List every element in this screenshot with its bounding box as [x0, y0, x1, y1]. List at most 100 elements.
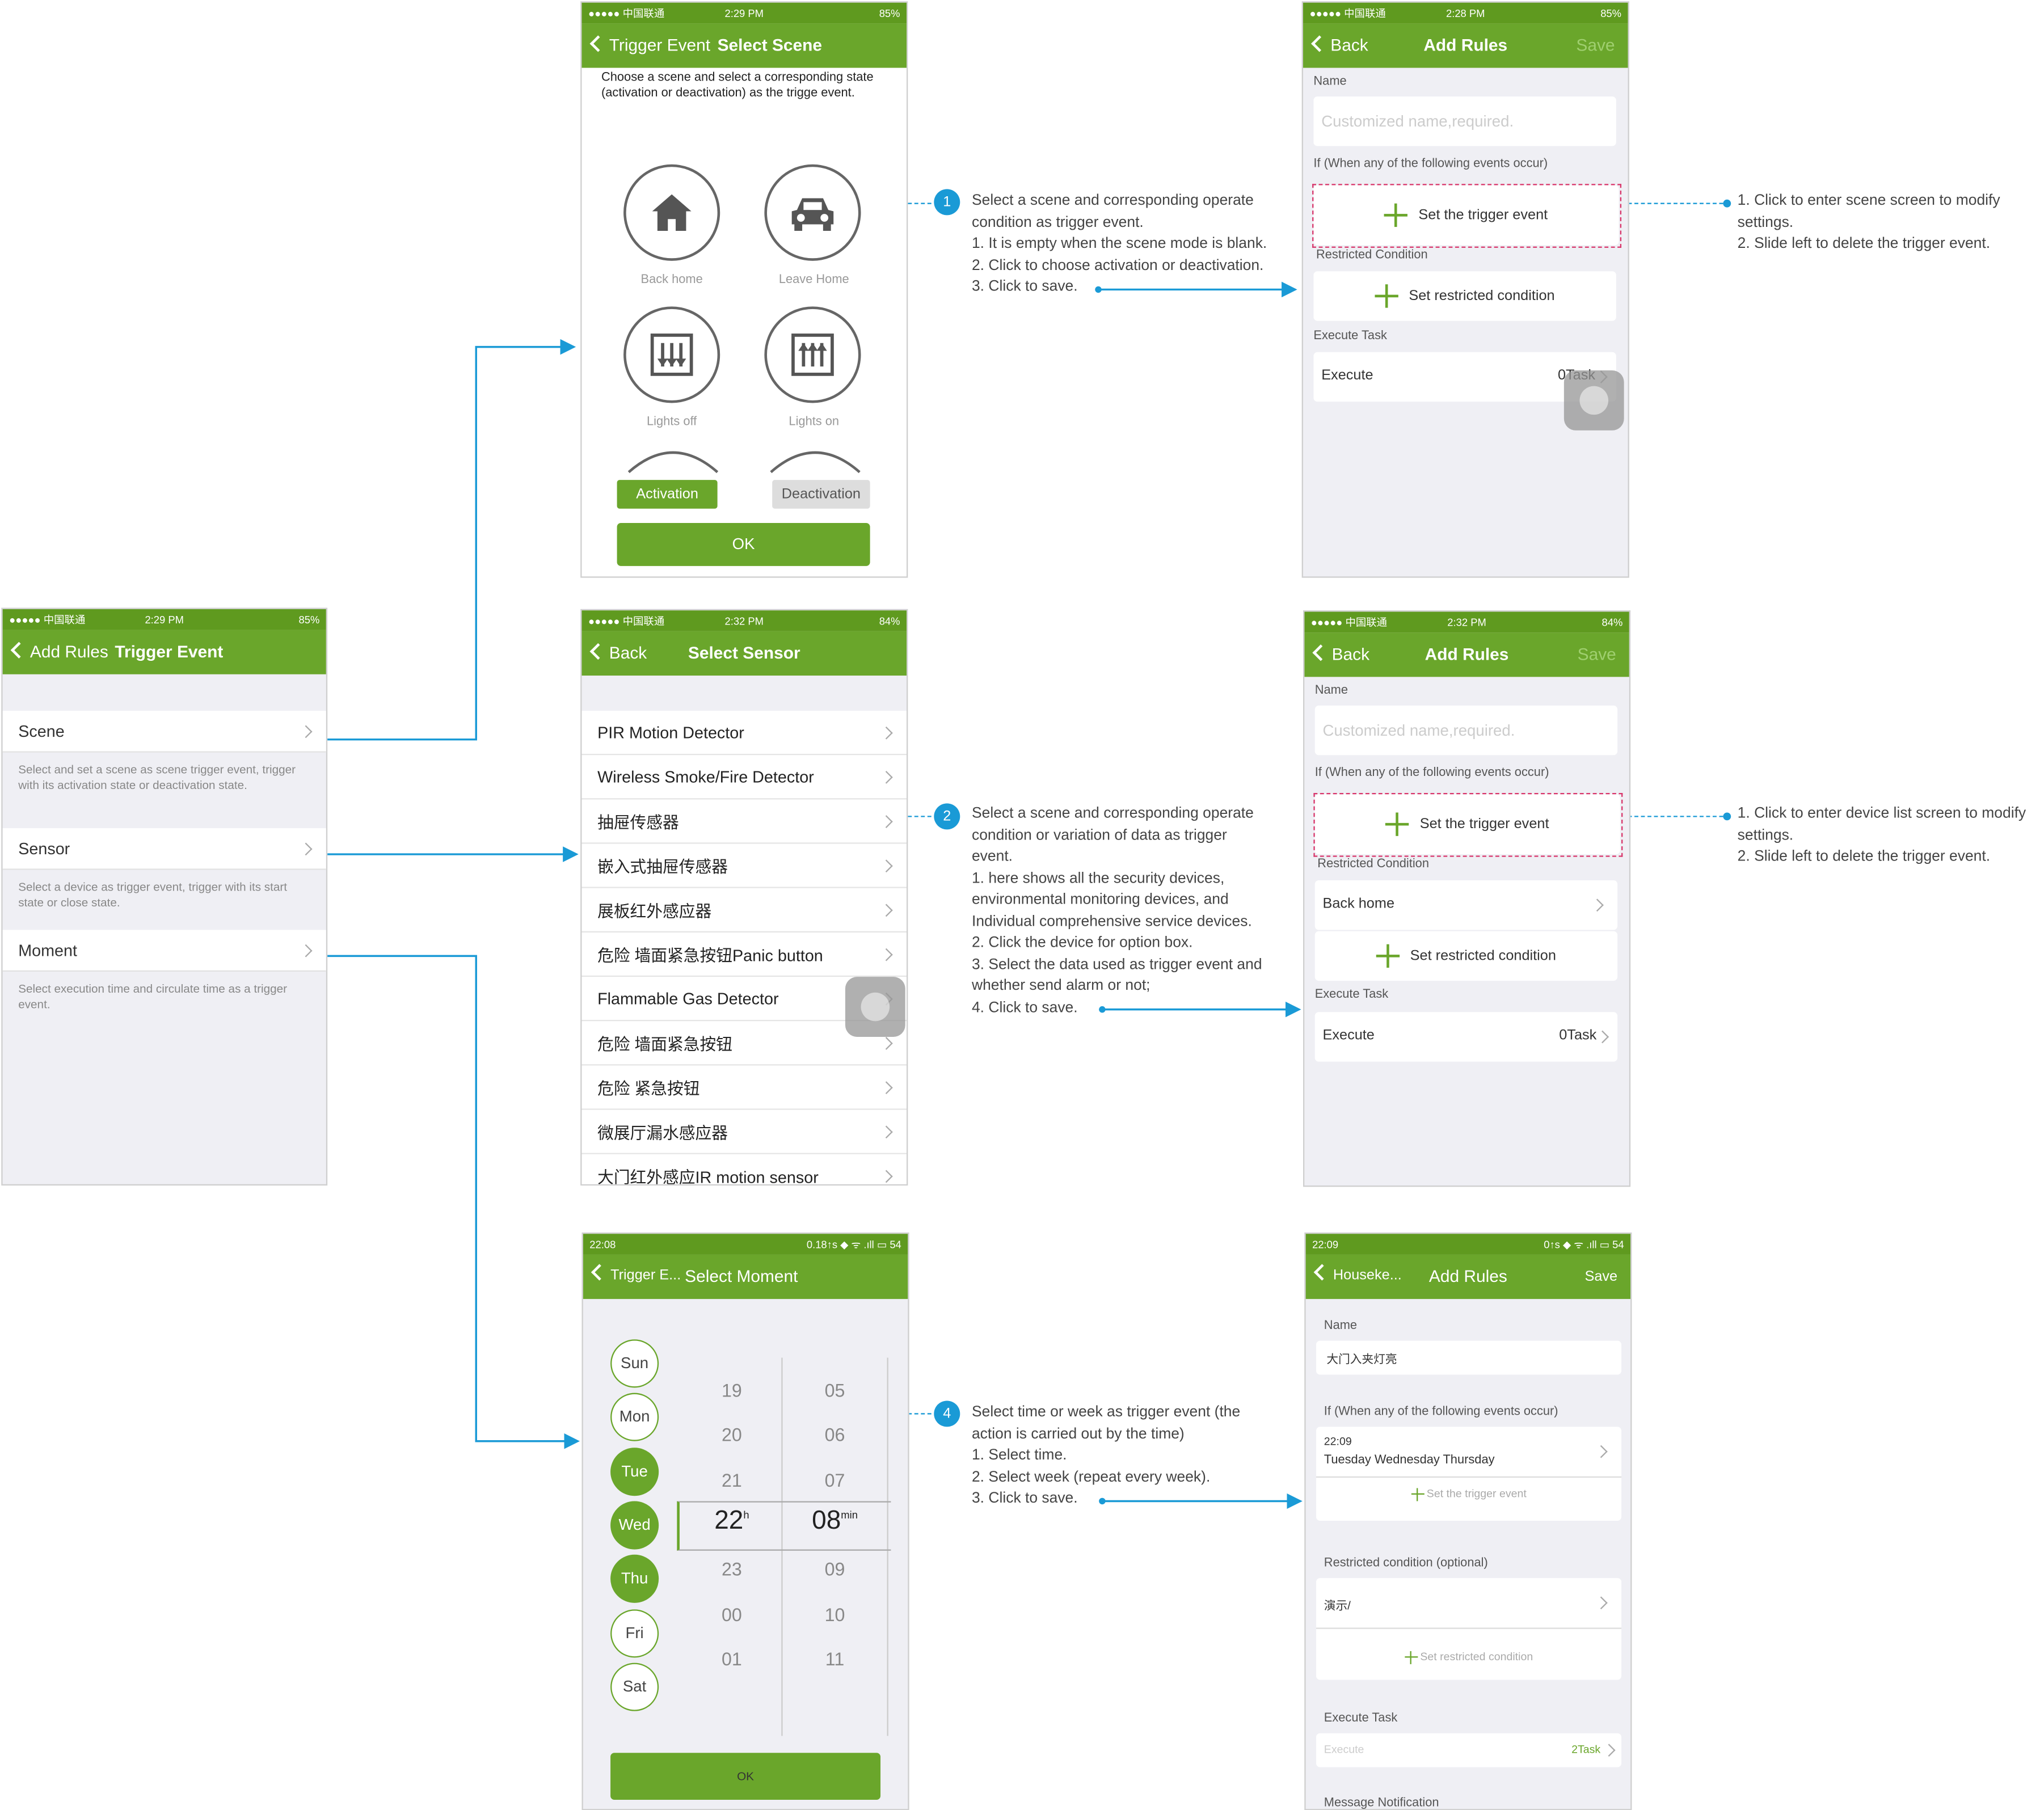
- picker-value[interactable]: 11: [796, 1648, 874, 1669]
- status-bar: ●●●●● 中国联通 2:29 PM 85%: [581, 2, 907, 24]
- scene-intro: Choose a scene and select a correspondin…: [601, 70, 874, 101]
- if-label: If (When any of the following events occ…: [1314, 765, 1549, 780]
- picker-value[interactable]: 07: [796, 1469, 874, 1490]
- restricted-item[interactable]: Back home: [1314, 880, 1618, 930]
- day-wed[interactable]: Wed: [610, 1501, 659, 1550]
- status-bar: 22:08 0.18↑s ◆ ᯤ .ıll ▭ 54: [583, 1234, 908, 1255]
- chevron-right-icon: [299, 842, 313, 855]
- connector-scene: [302, 339, 576, 741]
- scene-lights-on[interactable]: [764, 306, 861, 403]
- execute-row[interactable]: Execute 0Task: [1314, 1012, 1618, 1062]
- ok-button[interactable]: OK: [617, 523, 870, 566]
- scene-label: Back home: [640, 272, 703, 287]
- moment-option[interactable]: Moment: [2, 930, 326, 972]
- step-badge: 2: [934, 803, 960, 830]
- day-mon[interactable]: Mon: [610, 1393, 659, 1442]
- scene-description: Select and set a scene as scene trigger …: [18, 763, 296, 791]
- day-thu[interactable]: Thu: [610, 1555, 659, 1604]
- chevron-right-icon: [879, 903, 893, 917]
- touch-indicator: [845, 977, 905, 1037]
- plus-icon: [1404, 1651, 1418, 1664]
- save-button[interactable]: Save: [1584, 1269, 1617, 1285]
- sensor-item[interactable]: 危险 墙面紧急按钮Panic button: [581, 932, 907, 977]
- activation-button[interactable]: Activation: [617, 480, 718, 509]
- picker-value[interactable]: 19: [693, 1380, 771, 1401]
- sensor-option[interactable]: Sensor: [2, 828, 326, 870]
- status-bar: ●●●●● 中国联通 2:28 PM 85%: [1303, 2, 1628, 24]
- ok-button[interactable]: OK: [610, 1753, 881, 1800]
- set-restricted-condition-button[interactable]: Set restricted condition: [1316, 1650, 1621, 1664]
- sensor-item[interactable]: 嵌入式抽屉传感器: [581, 843, 907, 888]
- scene-lights-off[interactable]: [623, 306, 720, 403]
- picker-value[interactable]: 21: [693, 1469, 771, 1490]
- step-badge: 1: [934, 189, 960, 216]
- set-restricted-condition-button[interactable]: Set restricted condition: [1314, 931, 1618, 981]
- sensor-item[interactable]: PIR Motion Detector: [581, 711, 907, 756]
- name-input[interactable]: Customized name,required.: [1313, 96, 1616, 146]
- chevron-right-icon: [299, 943, 313, 957]
- picker-value[interactable]: 00: [693, 1604, 771, 1625]
- chevron-right-icon: [879, 770, 893, 783]
- picker-value[interactable]: 05: [796, 1380, 874, 1401]
- sensor-item[interactable]: 抽屉传感器: [581, 799, 907, 844]
- picker-value[interactable]: 01: [693, 1648, 771, 1669]
- moment-annotation: Select time or week as trigger event (th…: [971, 1404, 1241, 1507]
- day-sat[interactable]: Sat: [610, 1663, 659, 1711]
- execute-row[interactable]: Execute 2Task: [1316, 1733, 1622, 1767]
- scene-leave-home[interactable]: [764, 164, 861, 261]
- trigger-event-item[interactable]: 22:09 Tuesday Wednesday Thursday: [1316, 1427, 1622, 1478]
- sensor-item[interactable]: Wireless Smoke/Fire Detector: [581, 755, 907, 800]
- sensor-description: Select a device as trigger event, trigge…: [18, 880, 288, 909]
- sensor-annotation: Select a scene and corresponding operate…: [971, 805, 1262, 1016]
- sensor-right-annotation: 1. Click to enter device list screen to …: [1737, 805, 2026, 865]
- deactivation-button[interactable]: Deactivation: [772, 480, 870, 509]
- picker-unit: h: [743, 1509, 749, 1521]
- lights-off-icon: [650, 334, 693, 376]
- picker-value[interactable]: 06: [796, 1425, 874, 1446]
- name-input[interactable]: Customized name,required.: [1314, 705, 1618, 756]
- execute-label: Execute Task: [1324, 1711, 1398, 1725]
- chevron-right-icon: [1591, 898, 1604, 912]
- back-button[interactable]: Add Rules: [10, 642, 108, 661]
- status-bar: ●●●●● 中国联通 2:29 PM 85%: [2, 609, 326, 630]
- picker-value[interactable]: 08min: [796, 1506, 874, 1536]
- chevron-right-icon: [879, 1036, 893, 1049]
- message-notification-label: Message Notification: [1324, 1796, 1439, 1810]
- restricted-card: 演示/ Set restricted condition: [1316, 1578, 1622, 1680]
- car-icon: [791, 198, 834, 231]
- add-rules-screen-3: 22:09 0↑s ◆ ᯤ .ıll ▭ 54 Houseke... Add R…: [1304, 1232, 1632, 1810]
- set-trigger-event-button[interactable]: Set the trigger event: [1316, 1487, 1621, 1501]
- scene-right-annotation: 1. Click to enter scene screen to modify…: [1737, 193, 2000, 252]
- back-button[interactable]: Trigger E...: [591, 1264, 681, 1284]
- set-restricted-condition-button[interactable]: Set restricted condition: [1313, 271, 1616, 321]
- save-button[interactable]: Save: [1576, 35, 1615, 54]
- chevron-right-icon: [299, 724, 313, 738]
- plus-icon: [1411, 1487, 1425, 1501]
- nav-bar: Back Add Rules Save: [1303, 23, 1628, 68]
- sensor-item[interactable]: 展板红外感应器: [581, 888, 907, 933]
- day-tue[interactable]: Tue: [610, 1447, 659, 1496]
- back-button[interactable]: Trigger Event: [589, 35, 710, 55]
- scene-option[interactable]: Scene: [2, 711, 326, 753]
- save-button[interactable]: Save: [1578, 644, 1616, 664]
- page-title: Select Moment: [685, 1266, 798, 1286]
- picker-value[interactable]: 23: [693, 1559, 771, 1580]
- sensor-item[interactable]: 微展厅漏水感应器: [581, 1109, 907, 1154]
- chevron-right-icon: [1595, 1445, 1608, 1458]
- scene-back-home[interactable]: [623, 164, 720, 261]
- chevron-right-icon: [879, 1169, 893, 1183]
- restricted-item[interactable]: 演示/: [1316, 1578, 1622, 1629]
- picker-value[interactable]: 10: [796, 1604, 874, 1625]
- picker-value[interactable]: 09: [796, 1559, 874, 1580]
- chevron-left-icon: [10, 642, 27, 659]
- picker-value[interactable]: 20: [693, 1425, 771, 1446]
- day-fri[interactable]: Fri: [610, 1609, 659, 1657]
- day-sun[interactable]: Sun: [610, 1339, 659, 1388]
- chevron-left-icon: [589, 35, 606, 52]
- sensor-item[interactable]: 危险 紧急按钮: [581, 1065, 907, 1110]
- name-input[interactable]: 大门入夹灯亮: [1316, 1340, 1622, 1375]
- sensor-item[interactable]: 大门红外感应IR motion sensor: [581, 1154, 907, 1184]
- select-moment-screen: 22:08 0.18↑s ◆ ᯤ .ıll ▭ 54 Trigger E... …: [581, 1232, 909, 1810]
- picker-value[interactable]: 22h: [693, 1506, 771, 1536]
- lights-on-icon: [791, 334, 834, 376]
